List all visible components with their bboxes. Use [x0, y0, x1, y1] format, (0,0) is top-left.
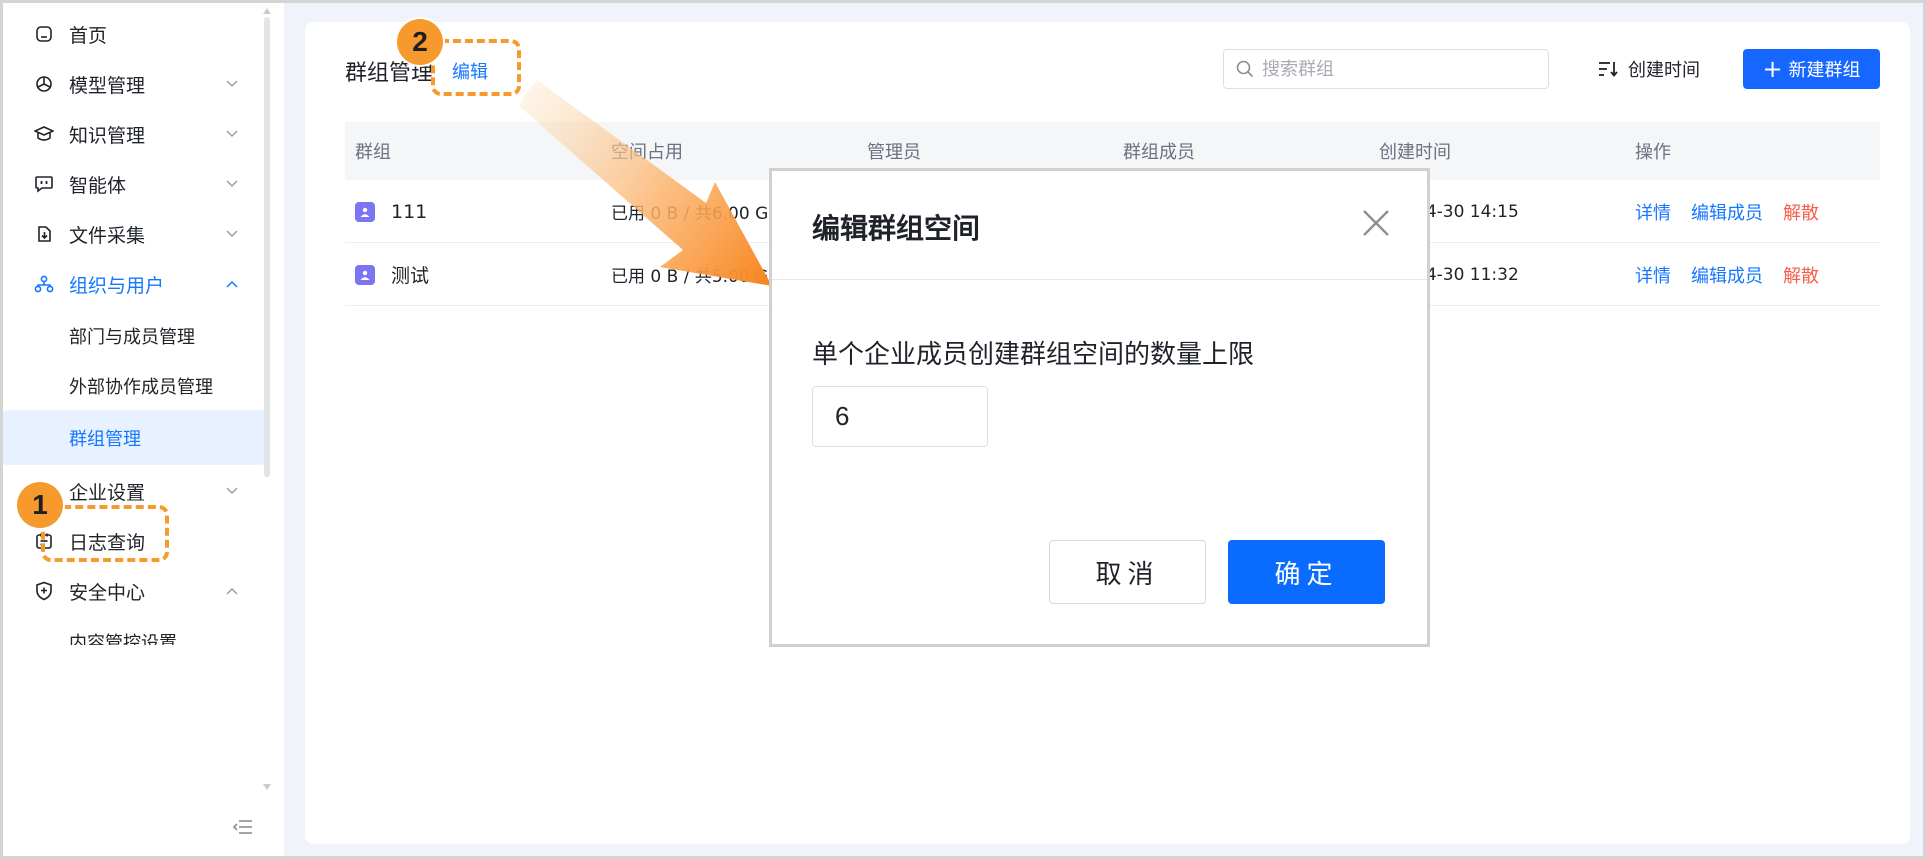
annotation-step-1-badge: 1 — [17, 482, 63, 528]
annotation-highlight-box-2 — [431, 39, 521, 96]
close-icon[interactable] — [1362, 209, 1390, 241]
dialog-title: 编辑群组空间 — [812, 212, 981, 245]
group-limit-label: 单个企业成员创建群组空间的数量上限 — [812, 340, 1255, 370]
cancel-button[interactable]: 取消 — [1049, 540, 1206, 604]
group-limit-input[interactable] — [812, 386, 988, 447]
annotation-step-2-badge: 2 — [397, 19, 443, 65]
dialog-divider — [772, 279, 1427, 280]
edit-group-space-dialog: 编辑群组空间 单个企业成员创建群组空间的数量上限 取消 确定 — [769, 168, 1430, 647]
confirm-button[interactable]: 确定 — [1228, 540, 1385, 604]
